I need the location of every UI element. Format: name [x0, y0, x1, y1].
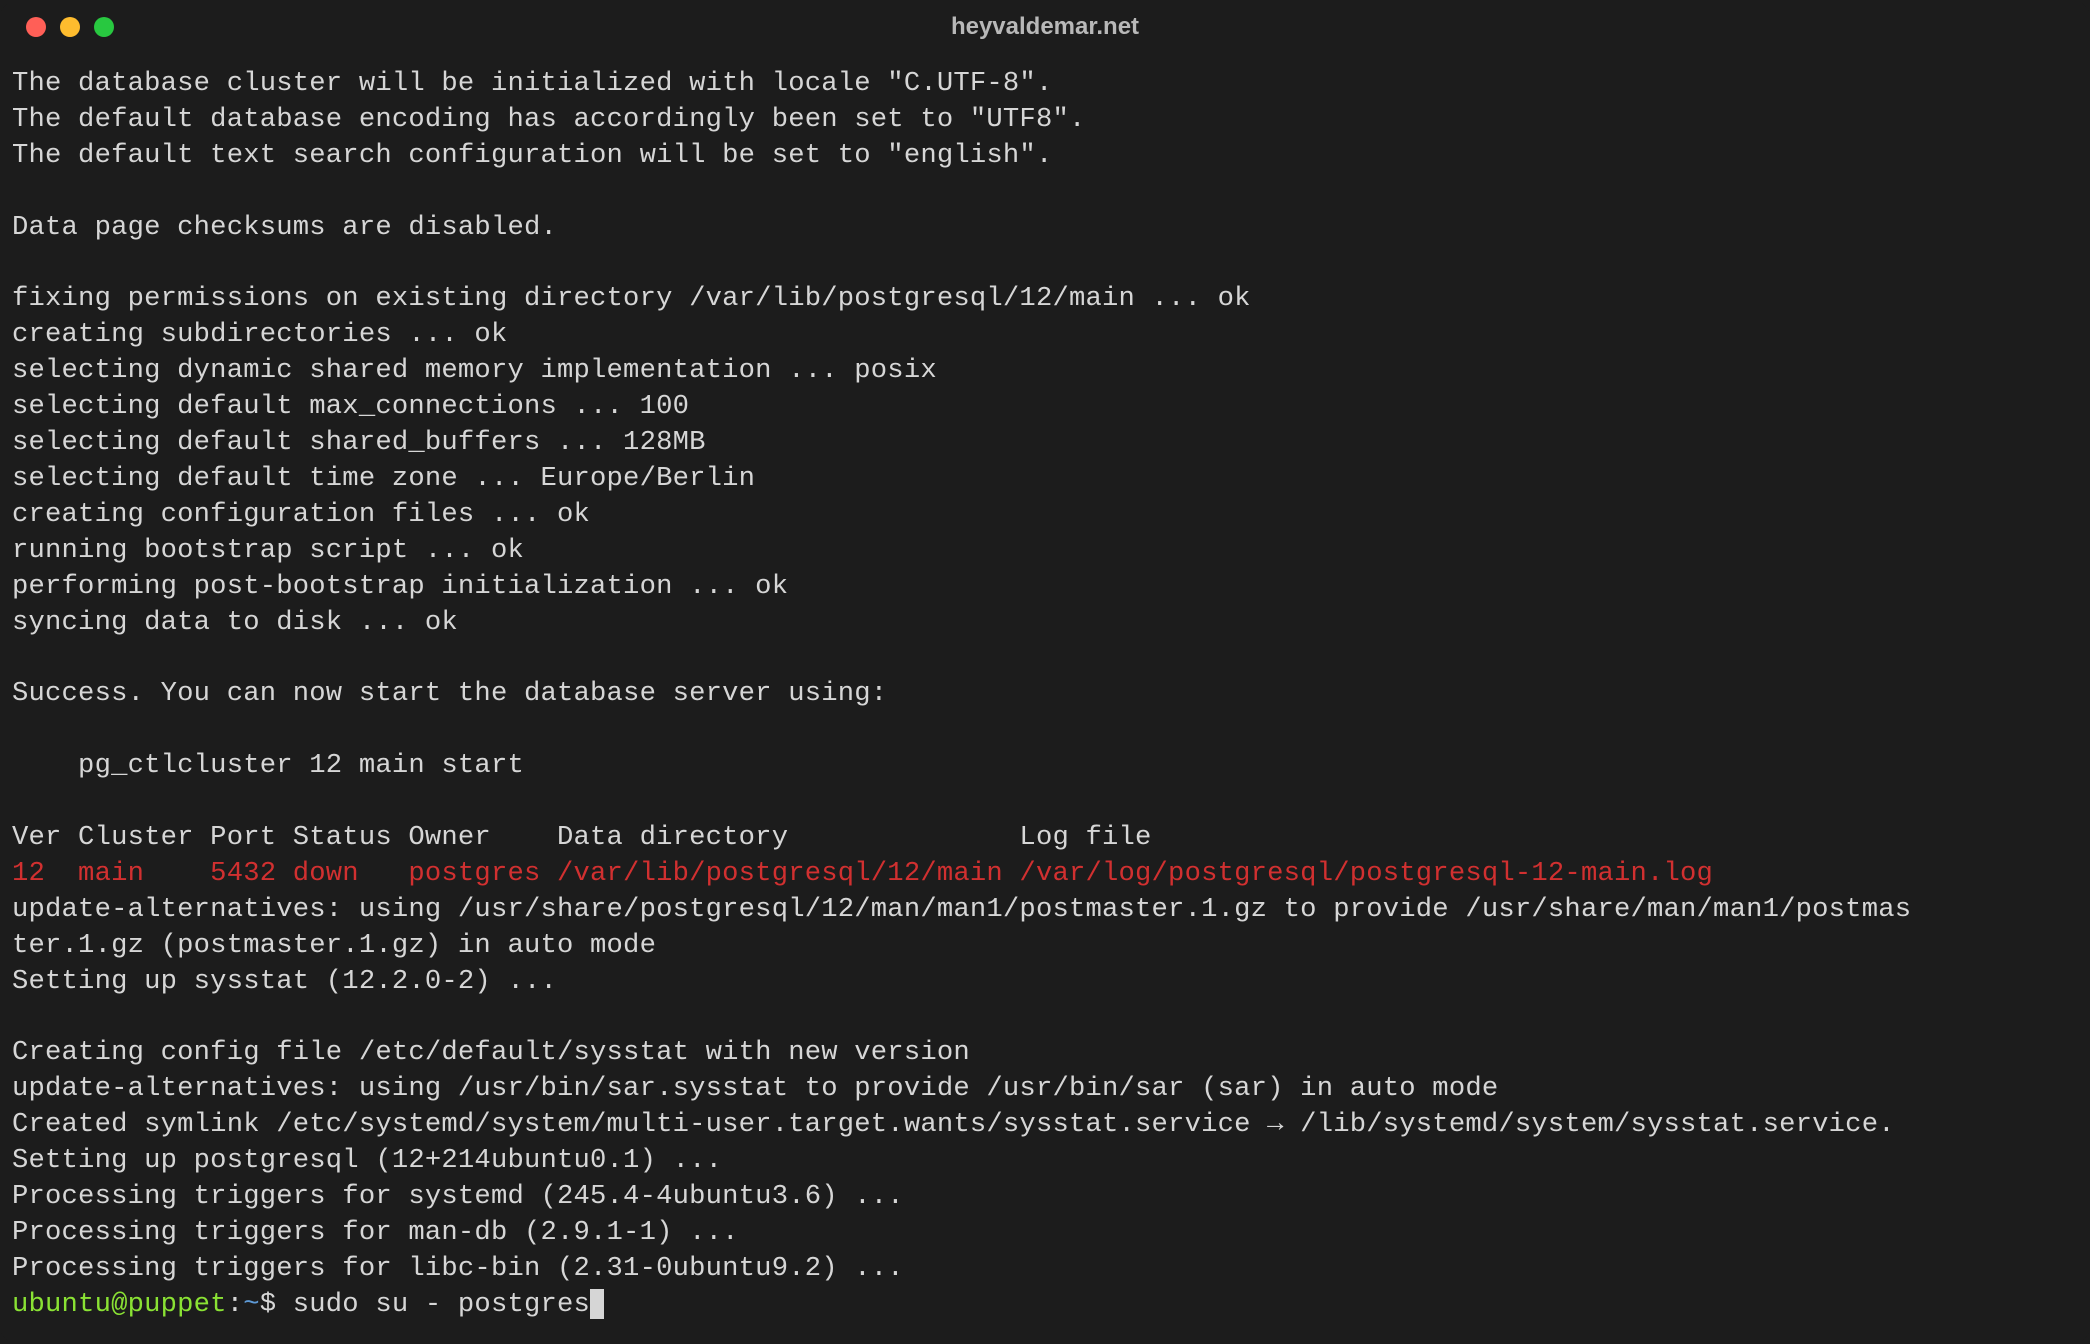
minimize-icon[interactable]: [60, 17, 80, 37]
output-line: pg_ctlcluster 12 main start: [12, 750, 524, 781]
close-icon[interactable]: [26, 17, 46, 37]
output-line: selecting default time zone ... Europe/B…: [12, 463, 755, 494]
output-line: Processing triggers for systemd (245.4-4…: [12, 1181, 904, 1212]
traffic-lights: [26, 17, 114, 37]
output-line: selecting default max_connections ... 10…: [12, 391, 689, 422]
prompt-colon: :: [227, 1289, 244, 1320]
output-line: creating subdirectories ... ok: [12, 319, 507, 350]
output-line: fixing permissions on existing directory…: [12, 283, 1251, 314]
output-line: The database cluster will be initialized…: [12, 68, 1052, 99]
window-title: heyvaldemar.net: [951, 13, 1139, 41]
output-line: update-alternatives: using /usr/share/po…: [12, 894, 1911, 925]
cursor-icon: [590, 1289, 604, 1319]
prompt-user-host: ubuntu@puppet: [12, 1289, 227, 1320]
terminal-body[interactable]: The database cluster will be initialized…: [0, 54, 2090, 1344]
output-line: Creating config file /etc/default/syssta…: [12, 1037, 970, 1068]
terminal-window: heyvaldemar.net The database cluster wil…: [0, 0, 2090, 1344]
titlebar: heyvaldemar.net: [0, 0, 2090, 54]
output-line: Processing triggers for libc-bin (2.31-0…: [12, 1253, 904, 1284]
prompt-dollar: $: [260, 1289, 293, 1320]
output-line: performing post-bootstrap initialization…: [12, 571, 788, 602]
output-line: update-alternatives: using /usr/bin/sar.…: [12, 1073, 1498, 1104]
output-line: Setting up postgresql (12+214ubuntu0.1) …: [12, 1145, 722, 1176]
output-line: creating configuration files ... ok: [12, 499, 590, 530]
output-line: Setting up sysstat (12.2.0-2) ...: [12, 966, 557, 997]
prompt-path: ~: [243, 1289, 260, 1320]
output-line: running bootstrap script ... ok: [12, 535, 524, 566]
output-line: Data page checksums are disabled.: [12, 212, 557, 243]
output-line: selecting default shared_buffers ... 128…: [12, 427, 706, 458]
output-line: Success. You can now start the database …: [12, 678, 887, 709]
output-line: The default text search configuration wi…: [12, 140, 1052, 171]
output-line: Ver Cluster Port Status Owner Data direc…: [12, 822, 1152, 853]
output-line: syncing data to disk ... ok: [12, 607, 458, 638]
output-line: The default database encoding has accord…: [12, 104, 1086, 135]
output-line: selecting dynamic shared memory implemen…: [12, 355, 937, 386]
maximize-icon[interactable]: [94, 17, 114, 37]
cluster-status-line: 12 main 5432 down postgres /var/lib/post…: [12, 858, 1713, 889]
output-line: Created symlink /etc/systemd/system/mult…: [12, 1109, 1895, 1140]
command-input[interactable]: sudo su - postgres: [293, 1289, 590, 1320]
output-line: ter.1.gz (postmaster.1.gz) in auto mode: [12, 930, 656, 961]
output-line: Processing triggers for man-db (2.9.1-1)…: [12, 1217, 739, 1248]
